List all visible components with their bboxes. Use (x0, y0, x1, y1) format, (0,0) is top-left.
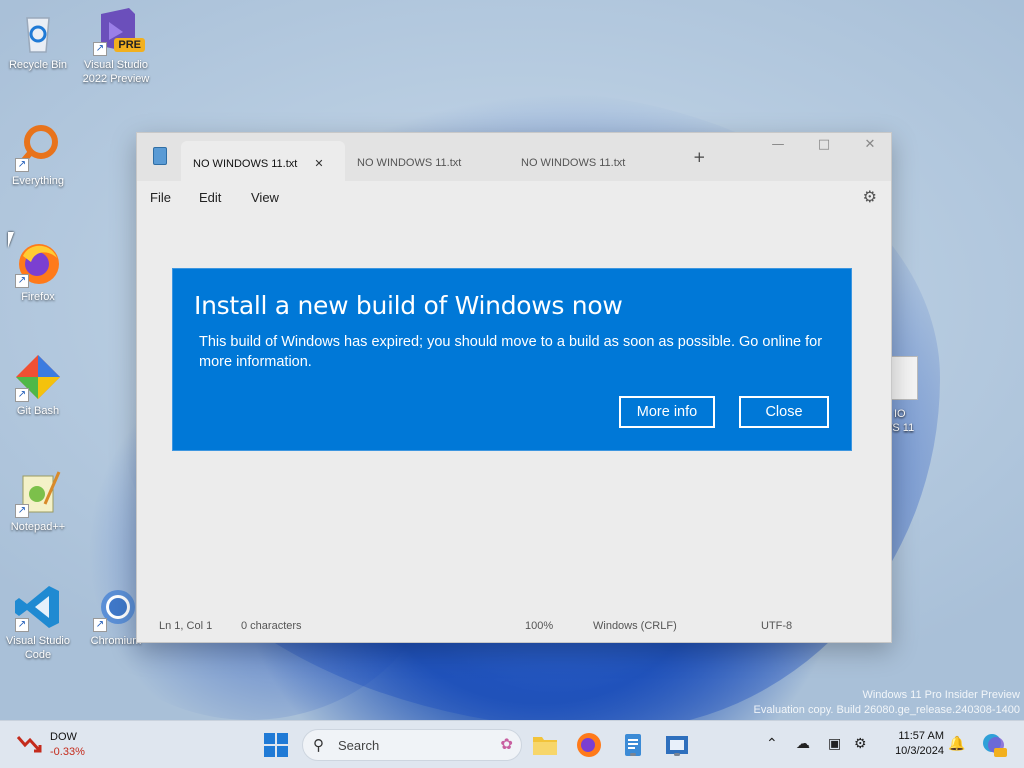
start-icon[interactable] (262, 731, 290, 759)
desktop-icon-visual-studio-preview[interactable]: PRE ↗ Visual Studio 2022 Preview (78, 6, 154, 86)
more-info-button[interactable]: More info (619, 396, 715, 428)
settings-gear-icon[interactable]: ⚙ (863, 187, 877, 206)
copilot-icon[interactable] (980, 731, 1008, 759)
watermark-line: Evaluation copy. Build 26080.ge_release.… (753, 704, 1020, 716)
bell-icon[interactable]: 🔔 (948, 735, 965, 752)
desktop-icon-recycle-bin[interactable]: Recycle Bin (0, 6, 76, 72)
mouse-cursor (8, 232, 14, 248)
file-explorer-icon[interactable] (531, 731, 559, 759)
onedrive-icon[interactable]: ☁ (796, 735, 810, 752)
stock-widget[interactable]: DOW -0.33% (16, 729, 85, 760)
tab-label: NO WINDOWS 11.txt (357, 157, 462, 169)
status-encoding[interactable]: UTF-8 (761, 620, 792, 632)
clock-date: 10/3/2024 (895, 745, 944, 757)
desktop-icon-label: IO (894, 408, 906, 420)
everything-icon: ↗ (13, 122, 63, 172)
shortcut-arrow-icon: ↗ (15, 504, 29, 518)
status-character-count: 0 characters (241, 620, 302, 632)
desktop-icon-notepad-plus-plus[interactable]: ↗ Notepad++ (0, 468, 76, 534)
shortcut-arrow-icon: ↗ (15, 158, 29, 172)
shortcut-arrow-icon: ↗ (93, 618, 107, 632)
desktop-icon-label: Notepad++ (10, 521, 66, 533)
status-cursor-position: Ln 1, Col 1 (159, 620, 213, 632)
desktop-icon-label: Visual Studio Code (5, 635, 70, 661)
display-icon[interactable]: ▣ (828, 735, 841, 752)
taskbar-search[interactable]: ⚲ Search ✿ (302, 729, 522, 761)
visual-studio-icon: PRE ↗ (91, 6, 145, 56)
notepad-titlebar[interactable]: NO WINDOWS 11.txt ✕ NO WINDOWS 11.txt NO… (137, 133, 891, 181)
tab-label: NO WINDOWS 11.txt (193, 158, 298, 170)
preview-badge: PRE (114, 38, 145, 52)
git-bash-icon: ↗ (13, 352, 63, 402)
menu-view[interactable]: View (251, 190, 279, 205)
dialog-title: Install a new build of Windows now (194, 291, 623, 320)
new-tab-button[interactable]: + (693, 148, 706, 166)
taskbar: DOW -0.33% ⚲ Search ✿ ⌃ ☁ ▣ ⚙ 11:57 AM 1… (0, 720, 1024, 768)
notepad-icon[interactable] (619, 731, 647, 759)
search-placeholder: Search (338, 738, 380, 753)
menu-edit[interactable]: Edit (199, 190, 221, 205)
shortcut-arrow-icon: ↗ (15, 274, 29, 288)
firefox-icon: ↗ (13, 238, 63, 288)
vscode-icon: ↗ (13, 582, 63, 632)
desktop-icon-vscode[interactable]: ↗ Visual Studio Code (0, 582, 76, 662)
close-tab-icon[interactable]: ✕ (314, 158, 323, 170)
notepad-menubar: File Edit View ⚙ (137, 181, 891, 215)
running-indicator (630, 753, 636, 756)
evaluation-watermark: Windows 11 Pro Insider Preview Evaluatio… (754, 688, 1020, 718)
close-window-button[interactable]: ✕ (847, 137, 893, 159)
recycle-bin-icon (13, 6, 63, 56)
shortcut-arrow-icon: ↗ (15, 618, 29, 632)
chromium-icon: ↗ (91, 582, 141, 632)
desktop-icon-label: Visual Studio 2022 Preview (82, 59, 150, 85)
build-expired-dialog: Install a new build of Windows now This … (172, 268, 852, 451)
clock-time: 11:57 AM (898, 730, 944, 742)
desktop-icon-everything[interactable]: ↗ Everything (0, 122, 76, 188)
desktop-icon-label: Everything (12, 175, 64, 187)
tab-no-windows-11-1[interactable]: NO WINDOWS 11.txt ✕ (181, 141, 345, 181)
dialog-message: This build of Windows has expired; you s… (199, 334, 823, 370)
stock-name: DOW (50, 731, 77, 743)
text-file-icon (888, 356, 918, 400)
stock-trend-icon (16, 736, 42, 753)
shortcut-arrow-icon: ↗ (93, 42, 107, 56)
menu-file[interactable]: File (150, 190, 171, 205)
desktop-icon-label: Git Bash (16, 405, 60, 417)
taskbar-clock[interactable]: 11:57 AM 10/3/2024 (895, 729, 944, 759)
chevron-up-icon[interactable]: ⌃ (766, 735, 778, 752)
notepad-icon (153, 147, 167, 165)
app-icon[interactable] (663, 731, 691, 759)
notepad-statusbar: Ln 1, Col 1 0 characters 100% Windows (C… (137, 612, 891, 642)
status-zoom[interactable]: 100% (525, 620, 553, 632)
desktop-icon-label: Firefox (21, 291, 55, 303)
running-indicator (674, 753, 680, 756)
watermark-line: Windows 11 Pro Insider Preview (862, 689, 1020, 701)
desktop-icon-git-bash[interactable]: ↗ Git Bash (0, 352, 76, 418)
search-icon: ⚲ (313, 737, 324, 754)
firefox-icon[interactable] (575, 731, 603, 759)
accessibility-icon[interactable]: ⚙ (854, 735, 867, 752)
stock-change: -0.33% (50, 746, 85, 758)
close-button[interactable]: Close (739, 396, 829, 428)
shortcut-arrow-icon: ↗ (15, 388, 29, 402)
desktop-icon-label: Recycle Bin (8, 59, 68, 71)
tab-no-windows-11-2[interactable]: NO WINDOWS 11.txt (345, 141, 509, 181)
tab-label: NO WINDOWS 11.txt (521, 157, 626, 169)
notepad-plus-plus-icon: ↗ (13, 468, 63, 518)
search-highlight-icon: ✿ (500, 736, 513, 753)
tab-no-windows-11-3[interactable]: NO WINDOWS 11.txt (509, 141, 673, 181)
minimize-button[interactable]: — (755, 137, 801, 159)
maximize-button[interactable]: □ (801, 137, 847, 159)
status-line-endings[interactable]: Windows (CRLF) (593, 620, 677, 632)
